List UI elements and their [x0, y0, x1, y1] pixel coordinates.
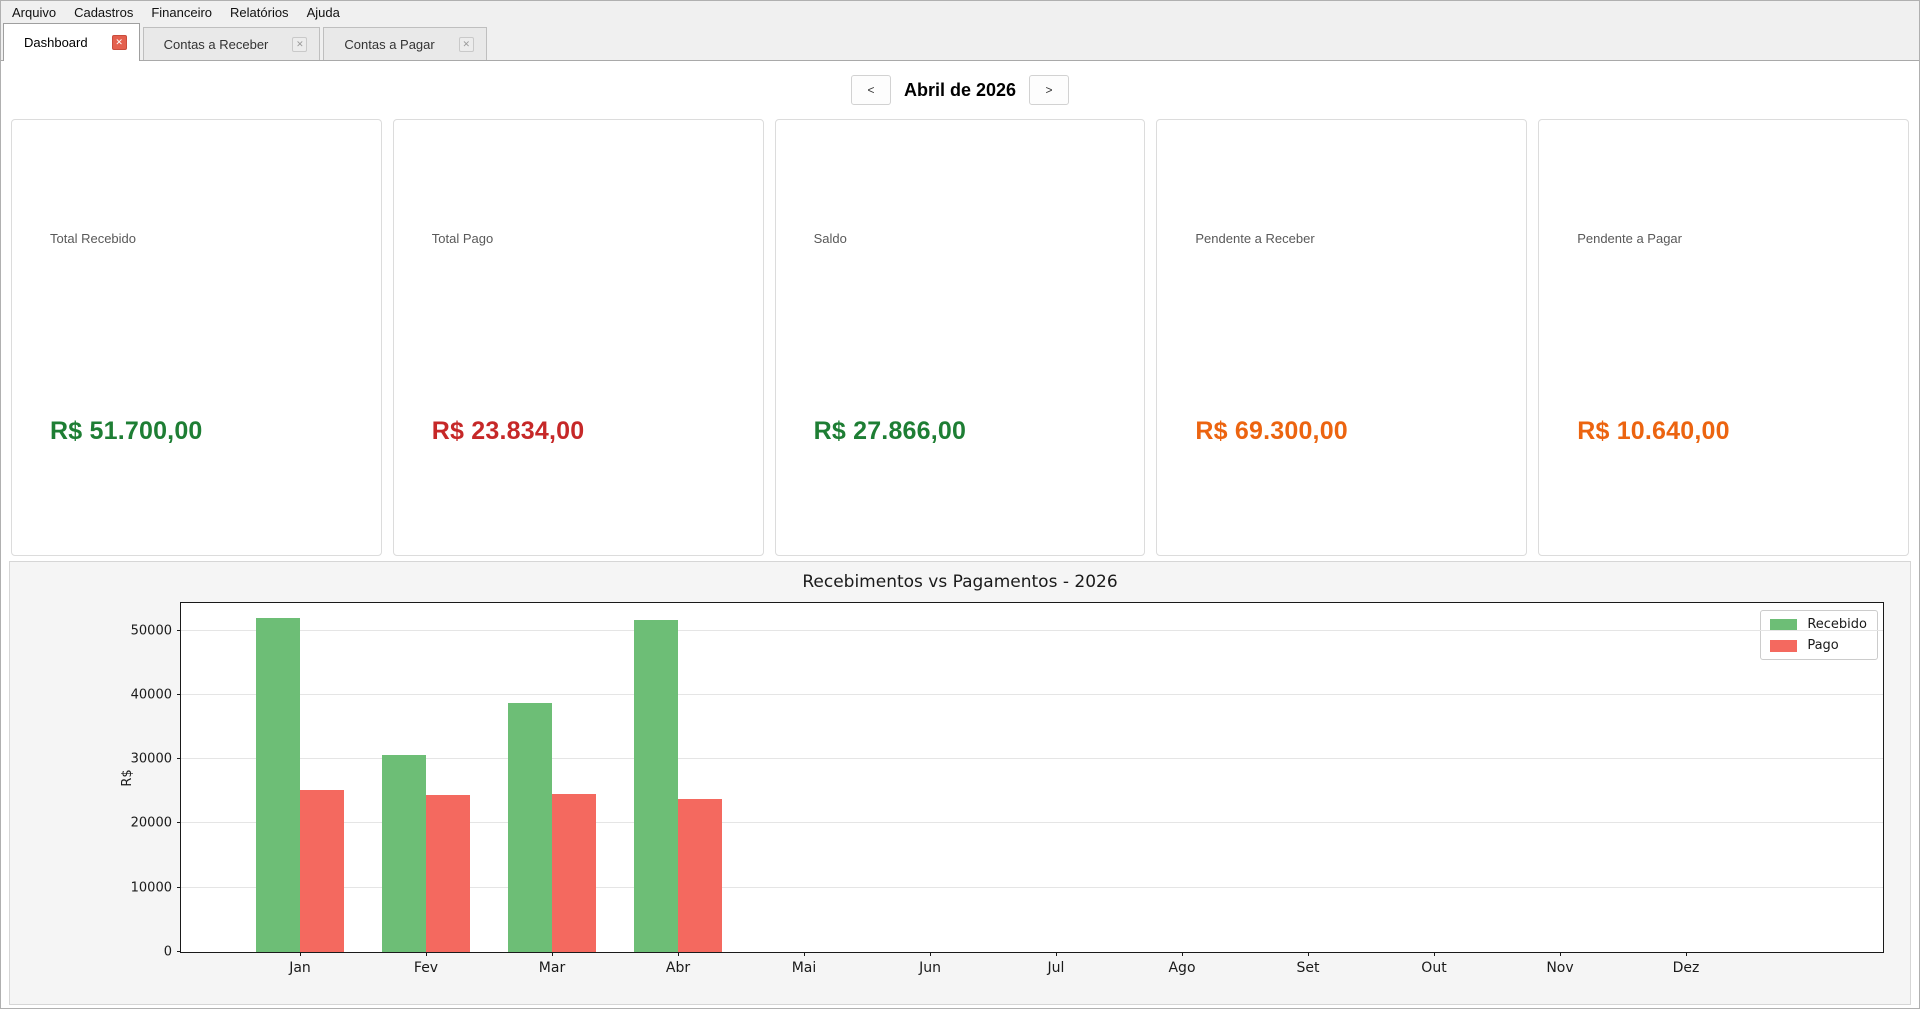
- tab-close-icon[interactable]: ✕: [112, 35, 127, 50]
- card-label: Pendente a Pagar: [1577, 231, 1682, 246]
- x-tick-label: Jun: [919, 960, 941, 976]
- x-tick-label: Abr: [666, 960, 690, 976]
- bar-recebido-jan: [256, 618, 300, 952]
- x-tick-mark: [930, 952, 931, 956]
- bar-pago-mar: [552, 794, 596, 952]
- y-tick-label: 50000: [131, 623, 172, 638]
- y-tick-mark: [177, 822, 181, 823]
- x-tick-mark: [1434, 952, 1435, 956]
- chart-legend: RecebidoPago: [1760, 610, 1878, 660]
- x-tick-mark: [1308, 952, 1309, 956]
- x-tick-label: Ago: [1168, 960, 1195, 976]
- y-tick-mark: [177, 630, 181, 631]
- y-tick-label: 20000: [131, 816, 172, 831]
- tab-label: Contas a Pagar: [344, 37, 434, 52]
- y-tick-label: 0: [164, 945, 172, 960]
- menu-item-arquivo[interactable]: Arquivo: [3, 3, 65, 22]
- card-total-pago: Total Pago R$ 23.834,00: [393, 119, 764, 556]
- tab-label: Contas a Receber: [164, 37, 269, 52]
- x-tick-mark: [678, 952, 679, 956]
- tab-dashboard[interactable]: Dashboard ✕: [3, 23, 140, 61]
- x-tick-label: Out: [1421, 960, 1446, 976]
- x-tick-label: Mar: [539, 960, 565, 976]
- next-month-button[interactable]: >: [1029, 75, 1069, 105]
- legend-label: Pago: [1807, 638, 1838, 653]
- card-label: Saldo: [814, 231, 847, 246]
- chart-panel: Recebimentos vs Pagamentos - 2026 R$ Rec…: [9, 561, 1911, 1005]
- card-label: Total Pago: [432, 231, 493, 246]
- x-tick-mark: [804, 952, 805, 956]
- x-tick-mark: [552, 952, 553, 956]
- cards-row: Total Recebido R$ 51.700,00 Total Pago R$ 2…: [1, 119, 1919, 556]
- card-value: R$ 51.700,00: [50, 417, 203, 446]
- tab-close-icon[interactable]: ✕: [459, 37, 474, 52]
- y-tick-label: 10000: [131, 880, 172, 895]
- x-tick-label: Mai: [792, 960, 817, 976]
- tab-close-icon[interactable]: ✕: [292, 37, 307, 52]
- card-label: Pendente a Receber: [1195, 231, 1314, 246]
- menu-item-relatorios[interactable]: Relatórios: [221, 3, 298, 22]
- card-value: R$ 23.834,00: [432, 417, 585, 446]
- y-axis-label: R$: [120, 769, 135, 786]
- bar-pago-jan: [300, 790, 344, 952]
- x-tick-label: Fev: [414, 960, 438, 976]
- card-value: R$ 10.640,00: [1577, 417, 1730, 446]
- menu-item-financeiro[interactable]: Financeiro: [142, 3, 221, 22]
- tab-label: Dashboard: [24, 35, 88, 50]
- menu-item-ajuda[interactable]: Ajuda: [298, 3, 349, 22]
- tab-bar: Dashboard✕Contas a Receber✕Contas a Paga…: [1, 23, 1919, 61]
- card-value: R$ 69.300,00: [1195, 417, 1348, 446]
- y-tick-mark: [177, 694, 181, 695]
- y-tick-mark: [177, 887, 181, 888]
- y-tick-mark: [177, 951, 181, 952]
- x-tick-label: Dez: [1673, 960, 1700, 976]
- x-tick-mark: [300, 952, 301, 956]
- card-saldo: Saldo R$ 27.866,00: [775, 119, 1146, 556]
- card-pendente-a-pagar: Pendente a Pagar R$ 10.640,00: [1538, 119, 1909, 556]
- x-tick-mark: [1560, 952, 1561, 956]
- x-tick-label: Nov: [1546, 960, 1573, 976]
- app-window: { "menu": { "items": ["Arquivo", "Cadast…: [0, 0, 1920, 1009]
- bar-pago-abr: [678, 799, 722, 952]
- x-tick-mark: [1686, 952, 1687, 956]
- legend-item-pago: Pago: [1770, 638, 1867, 653]
- gridline: [181, 694, 1883, 695]
- x-tick-label: Jan: [289, 960, 311, 976]
- bar-recebido-fev: [382, 755, 426, 952]
- bar-recebido-abr: [634, 620, 678, 952]
- x-tick-label: Set: [1297, 960, 1320, 976]
- period-label: Abril de 2026: [900, 80, 1020, 101]
- bar-recebido-mar: [508, 703, 552, 952]
- gridline: [181, 758, 1883, 759]
- card-pendente-a-receber: Pendente a Receber R$ 69.300,00: [1156, 119, 1527, 556]
- x-tick-mark: [426, 952, 427, 956]
- y-tick-label: 40000: [131, 687, 172, 702]
- chart-title: Recebimentos vs Pagamentos - 2026: [10, 572, 1910, 592]
- x-tick-mark: [1182, 952, 1183, 956]
- menu-item-cadastros[interactable]: Cadastros: [65, 3, 142, 22]
- card-total-recebido: Total Recebido R$ 51.700,00: [11, 119, 382, 556]
- menu-bar: ArquivoCadastrosFinanceiroRelatóriosAjud…: [1, 1, 1919, 23]
- x-tick-mark: [1056, 952, 1057, 956]
- y-tick-mark: [177, 758, 181, 759]
- prev-month-button[interactable]: <: [851, 75, 891, 105]
- tab-contas-a-pagar[interactable]: Contas a Pagar ✕: [323, 27, 486, 60]
- x-tick-label: Jul: [1048, 960, 1065, 976]
- legend-swatch-icon: [1770, 640, 1797, 652]
- y-tick-label: 30000: [131, 752, 172, 767]
- chart-plot-area: R$ RecebidoPago 010000200003000040000500…: [180, 602, 1884, 953]
- bar-pago-fev: [426, 795, 470, 952]
- card-value: R$ 27.866,00: [814, 417, 967, 446]
- gridline: [181, 630, 1883, 631]
- period-nav: < Abril de 2026 >: [1, 61, 1919, 119]
- tab-contas-a-receber[interactable]: Contas a Receber ✕: [143, 27, 321, 60]
- card-label: Total Recebido: [50, 231, 136, 246]
